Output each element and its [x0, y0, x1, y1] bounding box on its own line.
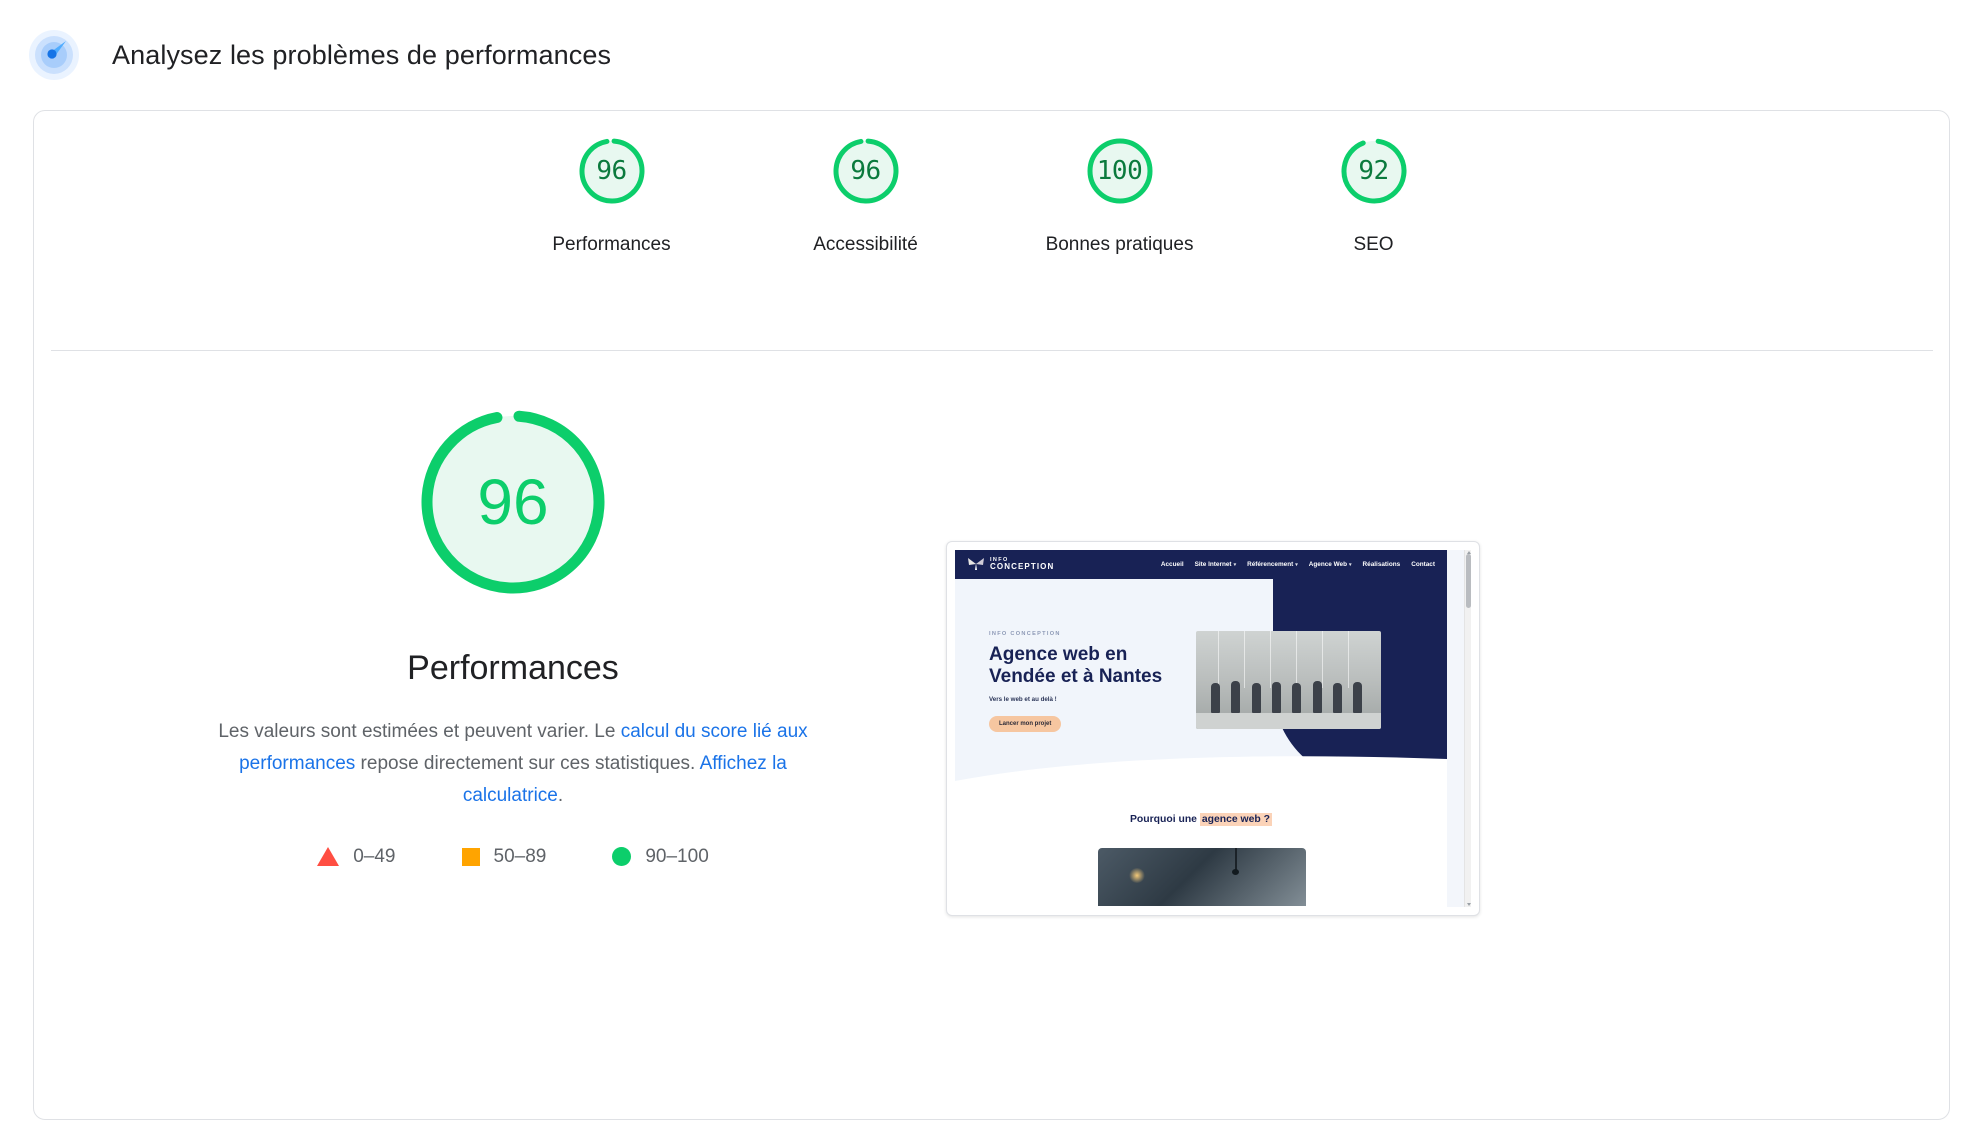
gauge-value-performances: 96 — [596, 156, 627, 186]
gauge-label-accessibilite: Accessibilité — [813, 234, 918, 255]
description-part-1: Les valeurs sont estimées et peuvent var… — [218, 721, 621, 742]
gauge-label-seo: SEO — [1353, 234, 1394, 255]
legend-range-fail: 0–49 — [353, 845, 396, 867]
hero-subtitle: Vers le web et au delà ! — [989, 696, 1057, 704]
why-section-photo — [1098, 848, 1306, 906]
primary-gauge-value: 96 — [477, 466, 549, 538]
site-nav-accueil: Accueil — [1160, 561, 1184, 568]
gauge-label-performances: Performances — [552, 234, 671, 255]
final-screenshot-frame[interactable]: INFO CONCEPTION Accueil Site Internet ▾ R… — [946, 541, 1480, 916]
hero-title-line2: Vendée et à Nantes — [989, 665, 1163, 687]
final-screenshot-image: INFO CONCEPTION Accueil Site Internet ▾ R… — [955, 550, 1471, 907]
detail-right-column: INFO CONCEPTION Accueil Site Internet ▾ R… — [946, 351, 1949, 1119]
gauge-value-bonnes-pratiques: 100 — [1096, 156, 1143, 186]
legend-range-pass: 90–100 — [645, 845, 709, 867]
description-part-2: repose directement sur ces statistiques. — [355, 752, 700, 774]
gauge-ring-seo: 92 — [1335, 132, 1413, 210]
description-part-3: . — [557, 784, 564, 806]
site-logo: INFO CONCEPTION — [967, 557, 1054, 572]
score-gauge-bonnes-pratiques[interactable]: 100 Bonnes pratiques — [1046, 132, 1193, 256]
site-hero: INFO CONCEPTION Agence web en Vendée et … — [955, 579, 1447, 786]
primary-gauge: 96 — [410, 399, 616, 605]
primary-score-block: 96 Performances Les valeurs sont estimée… — [34, 399, 992, 868]
gauge-label-bonnes-pratiques: Bonnes pratiques — [1045, 234, 1194, 255]
site-navbar: INFO CONCEPTION Accueil Site Internet ▾ R… — [955, 550, 1447, 579]
score-summary-strip: 96 Performances 96 Accessibilité 100 Bon… — [34, 111, 1949, 350]
primary-description: Les valeurs sont estimées et peuvent var… — [213, 716, 813, 812]
legend-item-pass: 90–100 — [612, 845, 709, 868]
butterfly-logo-icon — [967, 557, 985, 571]
site-nav-realisations: Réalisations — [1362, 561, 1401, 568]
site-logo-line2: CONCEPTION — [990, 562, 1055, 572]
hero-eyebrow: INFO CONCEPTION — [989, 631, 1061, 637]
hero-wave-divider — [955, 756, 1447, 786]
gauge-value-seo: 92 — [1358, 156, 1389, 186]
scrollbar-thumb[interactable] — [1466, 554, 1471, 608]
gauge-ring-bonnes-pratiques: 100 — [1081, 132, 1159, 210]
hero-copy: INFO CONCEPTION Agence web en Vendée et … — [989, 631, 1199, 733]
why-title-prefix: Pourquoi une — [1130, 814, 1200, 825]
site-nav-site-internet: Site Internet ▾ — [1194, 561, 1237, 568]
chevron-down-icon: ▾ — [1295, 562, 1298, 568]
gauge-value-accessibilite: 96 — [850, 156, 881, 186]
performance-detail-section: 96 Performances Les valeurs sont estimée… — [34, 351, 1949, 1119]
triangle-icon — [317, 847, 340, 867]
legend-item-fail: 0–49 — [317, 845, 396, 868]
square-icon — [461, 847, 480, 866]
legend-range-average: 50–89 — [493, 845, 547, 867]
lighthouse-icon — [28, 29, 80, 81]
scroll-down-arrow-icon[interactable] — [1467, 903, 1471, 906]
detail-left-column: 96 Performances Les valeurs sont estimée… — [34, 351, 992, 1119]
screenshot-scrollbar[interactable] — [1464, 550, 1471, 907]
score-gauge-seo[interactable]: 92 SEO — [1304, 132, 1444, 256]
site-nav-agence-web: Agence Web ▾ — [1308, 561, 1352, 568]
legend-item-average: 50–89 — [461, 845, 547, 868]
site-why-section: Pourquoi une agence web ? — [955, 786, 1447, 907]
page-title: Analysez les problèmes de performances — [112, 39, 612, 70]
hero-title: Agence web en Vendée et à Nantes — [989, 644, 1199, 687]
circle-icon — [612, 847, 632, 867]
gauge-ring-performances: 96 — [573, 132, 651, 210]
lighthouse-report-card: 96 Performances 96 Accessibilité 100 Bon… — [33, 110, 1950, 1120]
why-title-highlight: agence web ? — [1199, 813, 1272, 826]
page-header: Analysez les problèmes de performances — [0, 0, 1978, 110]
score-gauge-performances[interactable]: 96 Performances — [542, 132, 682, 256]
site-nav-contact: Contact — [1411, 561, 1435, 568]
gauge-ring-accessibilite: 96 — [827, 132, 905, 210]
chevron-down-icon: ▾ — [1233, 562, 1237, 568]
primary-category-title: Performances — [407, 649, 619, 687]
why-section-title: Pourquoi une agence web ? — [955, 813, 1447, 826]
score-gauge-accessibilite[interactable]: 96 Accessibilité — [796, 132, 936, 256]
hero-title-line1: Agence web en — [989, 644, 1128, 665]
hero-team-photo — [1196, 631, 1381, 729]
site-nav-referencement: Référencement ▾ — [1247, 561, 1298, 568]
score-legend: 0–49 50–89 90–100 — [317, 846, 709, 868]
site-menu: Accueil Site Internet ▾ Référencement ▾ Ag… — [1161, 561, 1435, 568]
chevron-down-icon: ▾ — [1349, 562, 1352, 568]
site-logo-text: INFO CONCEPTION — [990, 557, 1054, 572]
hero-cta-button: Lancer mon projet — [989, 716, 1062, 733]
